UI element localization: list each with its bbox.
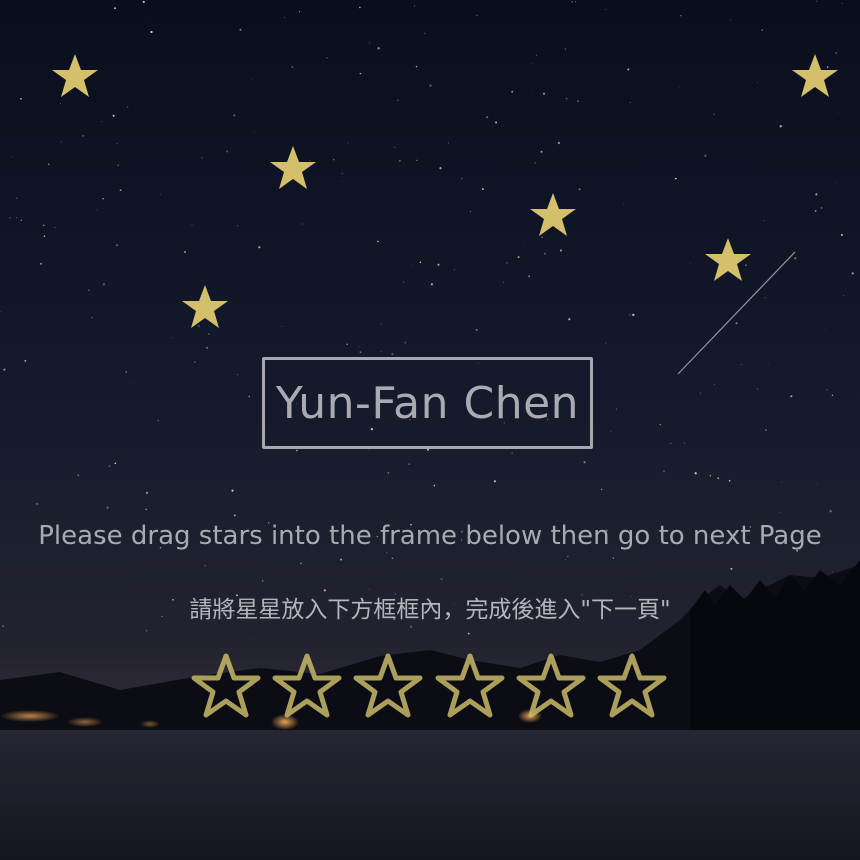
draggable-star[interactable] <box>703 236 753 284</box>
filled-star-icon <box>530 193 576 236</box>
instruction-chinese: 請將星星放入下方框框內，完成後進入"下一頁" <box>189 597 671 623</box>
outline-star-icon <box>516 653 586 718</box>
filled-star-icon <box>182 285 228 328</box>
outline-star-icon <box>353 653 423 718</box>
draggable-star[interactable] <box>790 52 840 100</box>
filled-star-icon <box>52 54 98 97</box>
star-drop-slot[interactable] <box>271 652 343 720</box>
filled-star-icon <box>270 146 316 189</box>
outline-star-icon <box>191 653 261 718</box>
star-drop-slot[interactable] <box>352 652 424 720</box>
star-drop-slot[interactable] <box>515 652 587 720</box>
star-drop-slot[interactable] <box>596 652 668 720</box>
draggable-star[interactable] <box>268 144 318 192</box>
outline-star-icon <box>272 653 342 718</box>
filled-star-icon <box>705 238 751 281</box>
outline-star-icon <box>597 653 667 718</box>
draggable-star[interactable] <box>528 191 578 239</box>
filled-star-icon <box>792 54 838 97</box>
title-frame: Yun-Fan Chen <box>262 357 593 449</box>
star-drop-slot[interactable] <box>190 652 262 720</box>
instruction-english: Please drag stars into the frame below t… <box>38 521 822 551</box>
draggable-star[interactable] <box>180 283 230 331</box>
outline-star-icon <box>435 653 505 718</box>
star-drop-slot[interactable] <box>434 652 506 720</box>
page-title: Yun-Fan Chen <box>275 377 580 429</box>
star-drop-frame <box>190 652 670 722</box>
draggable-star[interactable] <box>50 52 100 100</box>
